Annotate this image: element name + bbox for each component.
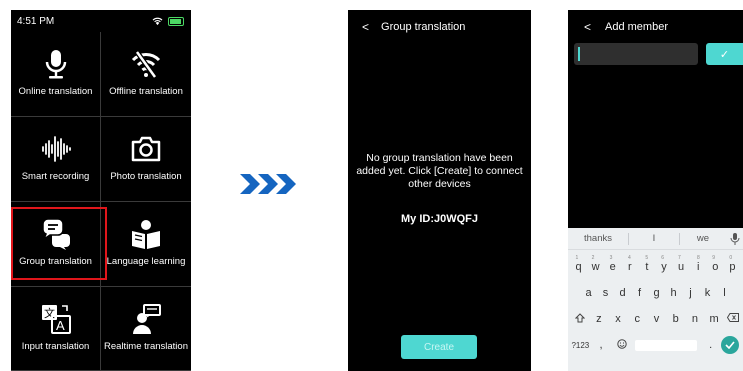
microphone-icon[interactable] <box>730 232 740 245</box>
battery-icon <box>168 16 184 26</box>
shift-icon <box>574 312 585 322</box>
suggestion-bar: thanks I we <box>568 228 743 250</box>
checkmark-icon <box>725 341 735 349</box>
back-icon[interactable]: < <box>584 20 591 34</box>
back-icon[interactable]: < <box>362 20 369 34</box>
key[interactable]: 9o <box>707 255 724 273</box>
suggestion-item[interactable]: we <box>680 233 726 244</box>
key[interactable]: 4r <box>621 255 638 273</box>
key[interactable]: z <box>589 313 608 325</box>
key[interactable]: v <box>647 313 666 325</box>
key[interactable]: x <box>608 313 627 325</box>
main-menu-screen: 4:51 PM Online translation Offline trans… <box>11 10 191 371</box>
speaker-person-icon <box>133 304 161 334</box>
key-row-2: a s d f g h j k l <box>568 280 743 306</box>
add-member-screen: < Add member ✓ thanks I we 1q 2w 3e 4r 5… <box>568 10 743 371</box>
comma-key[interactable]: , <box>591 339 612 351</box>
key[interactable]: 0p <box>724 255 741 273</box>
confirm-button[interactable]: ✓ <box>706 43 743 65</box>
key[interactable]: m <box>705 313 724 325</box>
key-row-3: z x c v b n m <box>568 306 743 332</box>
soft-keyboard: thanks I we 1q 2w 3e 4r 5t 6y 7u 8i 9o 0… <box>568 228 743 371</box>
key-row-4: ?123 , . <box>568 332 743 358</box>
tile-realtime-translation[interactable]: Realtime translation <box>101 287 191 371</box>
svg-text:A: A <box>56 318 65 333</box>
wifi-off-icon <box>131 50 161 79</box>
shift-key[interactable] <box>570 312 589 326</box>
key[interactable]: h <box>665 287 682 299</box>
key[interactable]: 7u <box>673 255 690 273</box>
empty-state-message: No group translation have been added yet… <box>356 152 523 190</box>
tile-smart-recording[interactable]: Smart recording <box>11 117 101 202</box>
emoji-key[interactable] <box>611 339 632 351</box>
tile-label: Online translation <box>18 86 93 97</box>
tile-label: Language learning <box>106 256 186 267</box>
backspace-icon <box>727 313 740 322</box>
key[interactable]: 3e <box>604 255 621 273</box>
key[interactable]: j <box>682 287 699 299</box>
triple-chevron-right-icon <box>240 174 296 194</box>
tile-group-translation[interactable]: Group translation <box>11 202 107 287</box>
key[interactable]: a <box>580 287 597 299</box>
tile-language-learning[interactable]: Language learning <box>101 202 191 287</box>
tile-label: Input translation <box>21 341 90 352</box>
chat-bubbles-icon <box>41 218 70 250</box>
key-row-1: 1q 2w 3e 4r 5t 6y 7u 8i 9o 0p <box>568 254 743 280</box>
page-title: Group translation <box>381 21 466 33</box>
soundwave-icon <box>41 136 71 162</box>
flow-arrow <box>238 172 302 196</box>
space-key[interactable] <box>635 339 698 351</box>
key[interactable]: d <box>614 287 631 299</box>
microphone-icon <box>45 50 66 79</box>
reading-person-icon <box>132 220 160 249</box>
backspace-key[interactable] <box>724 313 743 325</box>
key[interactable]: 8i <box>690 255 707 273</box>
key[interactable]: b <box>666 313 685 325</box>
wifi-icon <box>152 17 163 25</box>
svg-text:文: 文 <box>44 306 55 320</box>
tile-label: Offline translation <box>109 86 183 97</box>
emoji-icon <box>617 339 627 349</box>
group-translation-screen: < Group translation No group translation… <box>348 10 531 371</box>
suggestion-item[interactable]: thanks <box>568 233 628 244</box>
nav-bar: < Add member <box>568 10 743 44</box>
status-bar: 4:51 PM <box>11 10 191 32</box>
key[interactable]: c <box>628 313 647 325</box>
key[interactable]: 2w <box>587 255 604 273</box>
tile-photo-translation[interactable]: Photo translation <box>101 117 191 202</box>
tile-online-translation[interactable]: Online translation <box>11 32 101 117</box>
feature-grid: Online translation Offline translation S… <box>11 32 191 371</box>
status-time: 4:51 PM <box>17 15 55 27</box>
key[interactable]: n <box>685 313 704 325</box>
key[interactable]: 5t <box>638 255 655 273</box>
create-button[interactable]: Create <box>401 335 477 359</box>
tile-offline-translation[interactable]: Offline translation <box>101 32 191 117</box>
key[interactable]: l <box>716 287 733 299</box>
key[interactable]: f <box>631 287 648 299</box>
page-title: Add member <box>605 21 668 33</box>
enter-key[interactable] <box>721 336 740 354</box>
suggestion-item[interactable]: I <box>629 233 679 244</box>
period-key[interactable]: . <box>700 339 721 351</box>
tile-label: Realtime translation <box>104 341 188 352</box>
tile-label: Smart recording <box>21 171 90 182</box>
member-id-input[interactable] <box>574 43 698 65</box>
symbols-key[interactable]: ?123 <box>570 341 591 350</box>
device-id: My ID:J0WQFJ <box>400 213 478 225</box>
text-caret <box>578 47 580 61</box>
translate-text-icon: 文 A <box>41 305 71 334</box>
camera-icon <box>131 136 161 162</box>
nav-bar: < Group translation <box>348 10 531 44</box>
tile-label: Photo translation <box>110 171 182 182</box>
key[interactable]: 1q <box>570 255 587 273</box>
tile-input-translation[interactable]: 文 A Input translation <box>11 287 101 371</box>
tile-label: Group translation <box>19 256 92 267</box>
key[interactable]: g <box>648 287 665 299</box>
key[interactable]: 6y <box>655 255 672 273</box>
key[interactable]: s <box>597 287 614 299</box>
key[interactable]: k <box>699 287 716 299</box>
